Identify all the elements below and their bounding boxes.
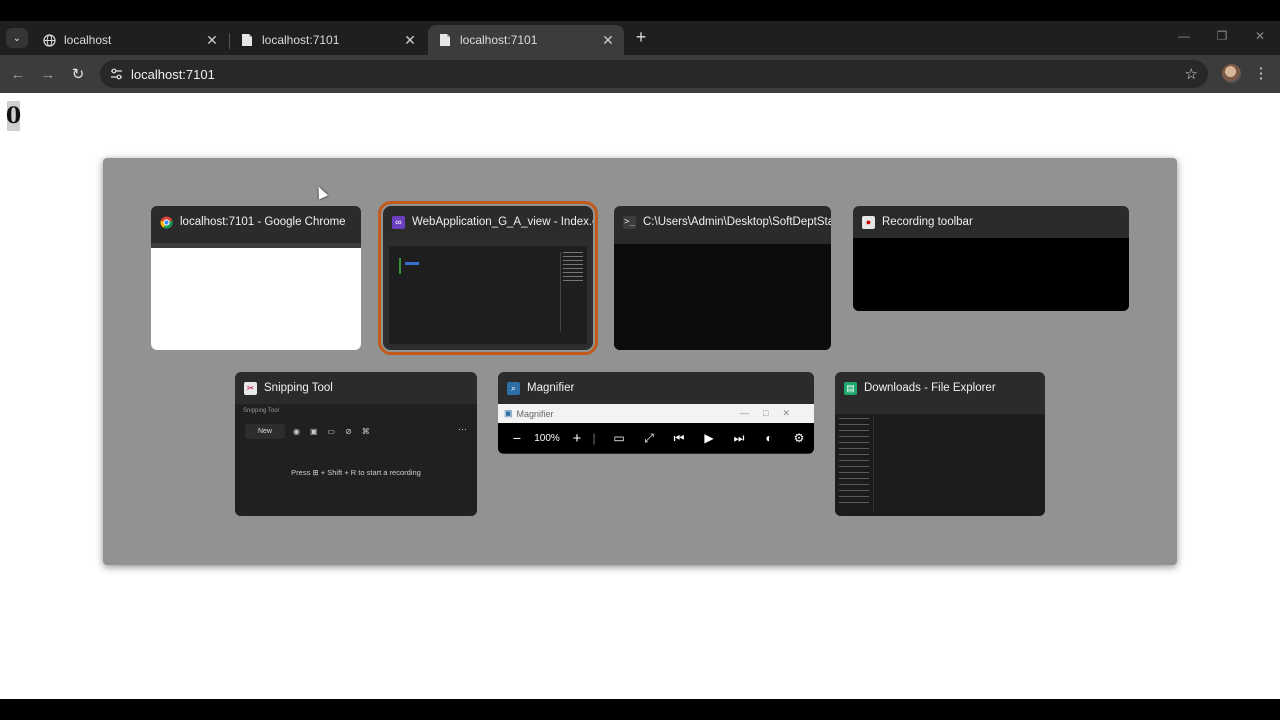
chevron-down-icon: ⌄ xyxy=(12,32,22,44)
window-title: localhost:7101 - Google Chrome xyxy=(180,216,346,228)
tab-localhost[interactable]: localhost ✕ xyxy=(32,25,228,55)
visual-studio-icon: ∞ xyxy=(392,215,405,229)
magnifier-titlebar-text: Magnifier xyxy=(516,408,554,419)
window-title: Recording toolbar xyxy=(882,216,973,228)
settings-gear-icon: ⚙ xyxy=(793,431,805,445)
tab-localhost-7101[interactable]: localhost:7101 ✕ xyxy=(230,25,426,55)
terminal-icon: >_ xyxy=(623,215,636,229)
magnifier-window-controls: —□✕ xyxy=(740,408,804,418)
browser-toolbar: ← → ↻ localhost:7101 ☆ xyxy=(0,55,1280,93)
menu-kebab-icon[interactable]: ⋮ xyxy=(1254,63,1269,83)
snip-message: Press ⊞ + Shift + R to start a recording xyxy=(291,468,421,477)
window-preview xyxy=(614,238,831,350)
window-preview xyxy=(835,404,1045,516)
switcher-window-recording-toolbar[interactable]: ● Recording toolbar xyxy=(853,206,1129,311)
magnifier-icon: ⌕ xyxy=(507,381,520,395)
restore-icon[interactable]: ❐ xyxy=(1212,27,1232,45)
window-title: Magnifier xyxy=(527,382,575,394)
window-header: >_ C:\Users\Admin\Desktop\SoftDeptSta... xyxy=(614,206,831,238)
window-header: ⌕ Magnifier xyxy=(498,372,814,404)
tab-title: localhost:7101 xyxy=(460,33,538,47)
divider: | xyxy=(592,431,596,445)
magnifier-titlebar: ▣ Magnifier —□✕ xyxy=(498,404,814,423)
bookmark-star-icon[interactable]: ☆ xyxy=(1185,65,1198,83)
counter-value: 0 xyxy=(5,101,22,131)
window-header: localhost:7101 - Google Chrome xyxy=(151,206,361,238)
snipping-tool-icon: ✂ xyxy=(244,381,257,395)
window-header: ∞ WebApplication_G_A_view - Index.cs... xyxy=(383,206,593,238)
window-preview: Snipping Tool New ◉▣▭⊘⌘ ⋯ Press ⊞ + Shif… xyxy=(235,404,477,516)
snip-mode-icons: ◉▣▭⊘⌘ xyxy=(293,427,380,436)
next-icon: ⏭ xyxy=(733,430,745,445)
tab-close-icon[interactable]: ✕ xyxy=(402,32,418,48)
new-tab-button[interactable]: + xyxy=(631,27,651,47)
more-icon: ⋯ xyxy=(458,424,467,434)
folder-icon: ▤ xyxy=(844,381,857,395)
window-header: ▤ Downloads - File Explorer xyxy=(835,372,1045,404)
window-header: ● Recording toolbar xyxy=(853,206,1129,238)
magnifier-small-icon: ▣ xyxy=(504,408,513,418)
snip-new-button: New xyxy=(245,424,285,439)
tab-strip: ⌄ localhost ✕ localhost:7101 ✕ localhost… xyxy=(0,21,1280,55)
magnifier-controls: − 100% + | ▭ ⤢ ⏮ ▶ ⏭ ◐ ⚙ xyxy=(498,423,814,453)
fullscreen-icon: ⤢ xyxy=(644,430,654,445)
view-mode-icon: ▭ xyxy=(613,431,625,445)
tab-close-icon[interactable]: ✕ xyxy=(204,32,220,48)
recording-icon: ● xyxy=(862,215,875,229)
zoom-in-icon: + xyxy=(572,429,582,447)
window-preview xyxy=(383,238,593,350)
back-icon[interactable]: ← xyxy=(8,64,28,84)
window-header: ✂ Snipping Tool xyxy=(235,372,477,404)
zoom-level: 100% xyxy=(534,432,560,444)
page-icon xyxy=(240,33,254,47)
page-content: 0 localhost:7101 - Google Chrome ∞ WebAp… xyxy=(0,93,1280,699)
chrome-icon xyxy=(160,216,173,229)
switcher-window-file-explorer[interactable]: ▤ Downloads - File Explorer xyxy=(835,372,1045,516)
tab-localhost-7101-active[interactable]: localhost:7101 ✕ xyxy=(428,25,624,55)
minimize-icon[interactable]: — xyxy=(1174,27,1194,45)
switcher-window-chrome[interactable]: localhost:7101 - Google Chrome xyxy=(151,206,361,350)
globe-icon xyxy=(42,33,56,47)
window-preview xyxy=(853,238,1129,311)
reload-icon[interactable]: ↻ xyxy=(68,64,88,84)
window-switcher: localhost:7101 - Google Chrome ∞ WebAppl… xyxy=(103,158,1177,565)
switcher-window-magnifier[interactable]: ⌕ Magnifier ▣ Magnifier —□✕ − 100% + | ▭… xyxy=(498,372,814,454)
tab-search-button[interactable]: ⌄ xyxy=(6,28,28,48)
switcher-window-terminal[interactable]: >_ C:\Users\Admin\Desktop\SoftDeptSta... xyxy=(614,206,831,350)
window-title: C:\Users\Admin\Desktop\SoftDeptSta... xyxy=(643,216,831,228)
site-info-icon[interactable] xyxy=(108,66,124,82)
play-icon: ▶ xyxy=(704,431,714,445)
forward-icon[interactable]: → xyxy=(38,64,58,84)
page-icon xyxy=(438,33,452,47)
address-text: localhost:7101 xyxy=(131,67,215,82)
close-window-icon[interactable]: ✕ xyxy=(1250,27,1270,45)
window-title: WebApplication_G_A_view - Index.cs... xyxy=(412,216,593,228)
window-title: Downloads - File Explorer xyxy=(864,382,996,394)
switcher-window-visual-studio[interactable]: ∞ WebApplication_G_A_view - Index.cs... xyxy=(378,201,598,355)
profile-avatar[interactable] xyxy=(1222,64,1241,83)
address-bar[interactable]: localhost:7101 ☆ xyxy=(100,60,1208,88)
zoom-out-icon: − xyxy=(512,430,522,446)
tab-close-icon[interactable]: ✕ xyxy=(600,32,616,48)
read-from-here-icon: ◐ xyxy=(765,431,773,445)
snip-preview-title: Snipping Tool xyxy=(243,408,279,414)
switcher-window-snipping-tool[interactable]: ✂ Snipping Tool Snipping Tool New ◉▣▭⊘⌘ … xyxy=(235,372,477,516)
bottom-letterbox xyxy=(0,699,1280,720)
window-preview xyxy=(151,238,361,350)
tab-title: localhost:7101 xyxy=(262,33,340,47)
previous-icon: ⏮ xyxy=(673,430,685,445)
top-letterbox xyxy=(0,0,1280,21)
window-title: Snipping Tool xyxy=(264,382,333,394)
tab-title: localhost xyxy=(64,33,112,47)
